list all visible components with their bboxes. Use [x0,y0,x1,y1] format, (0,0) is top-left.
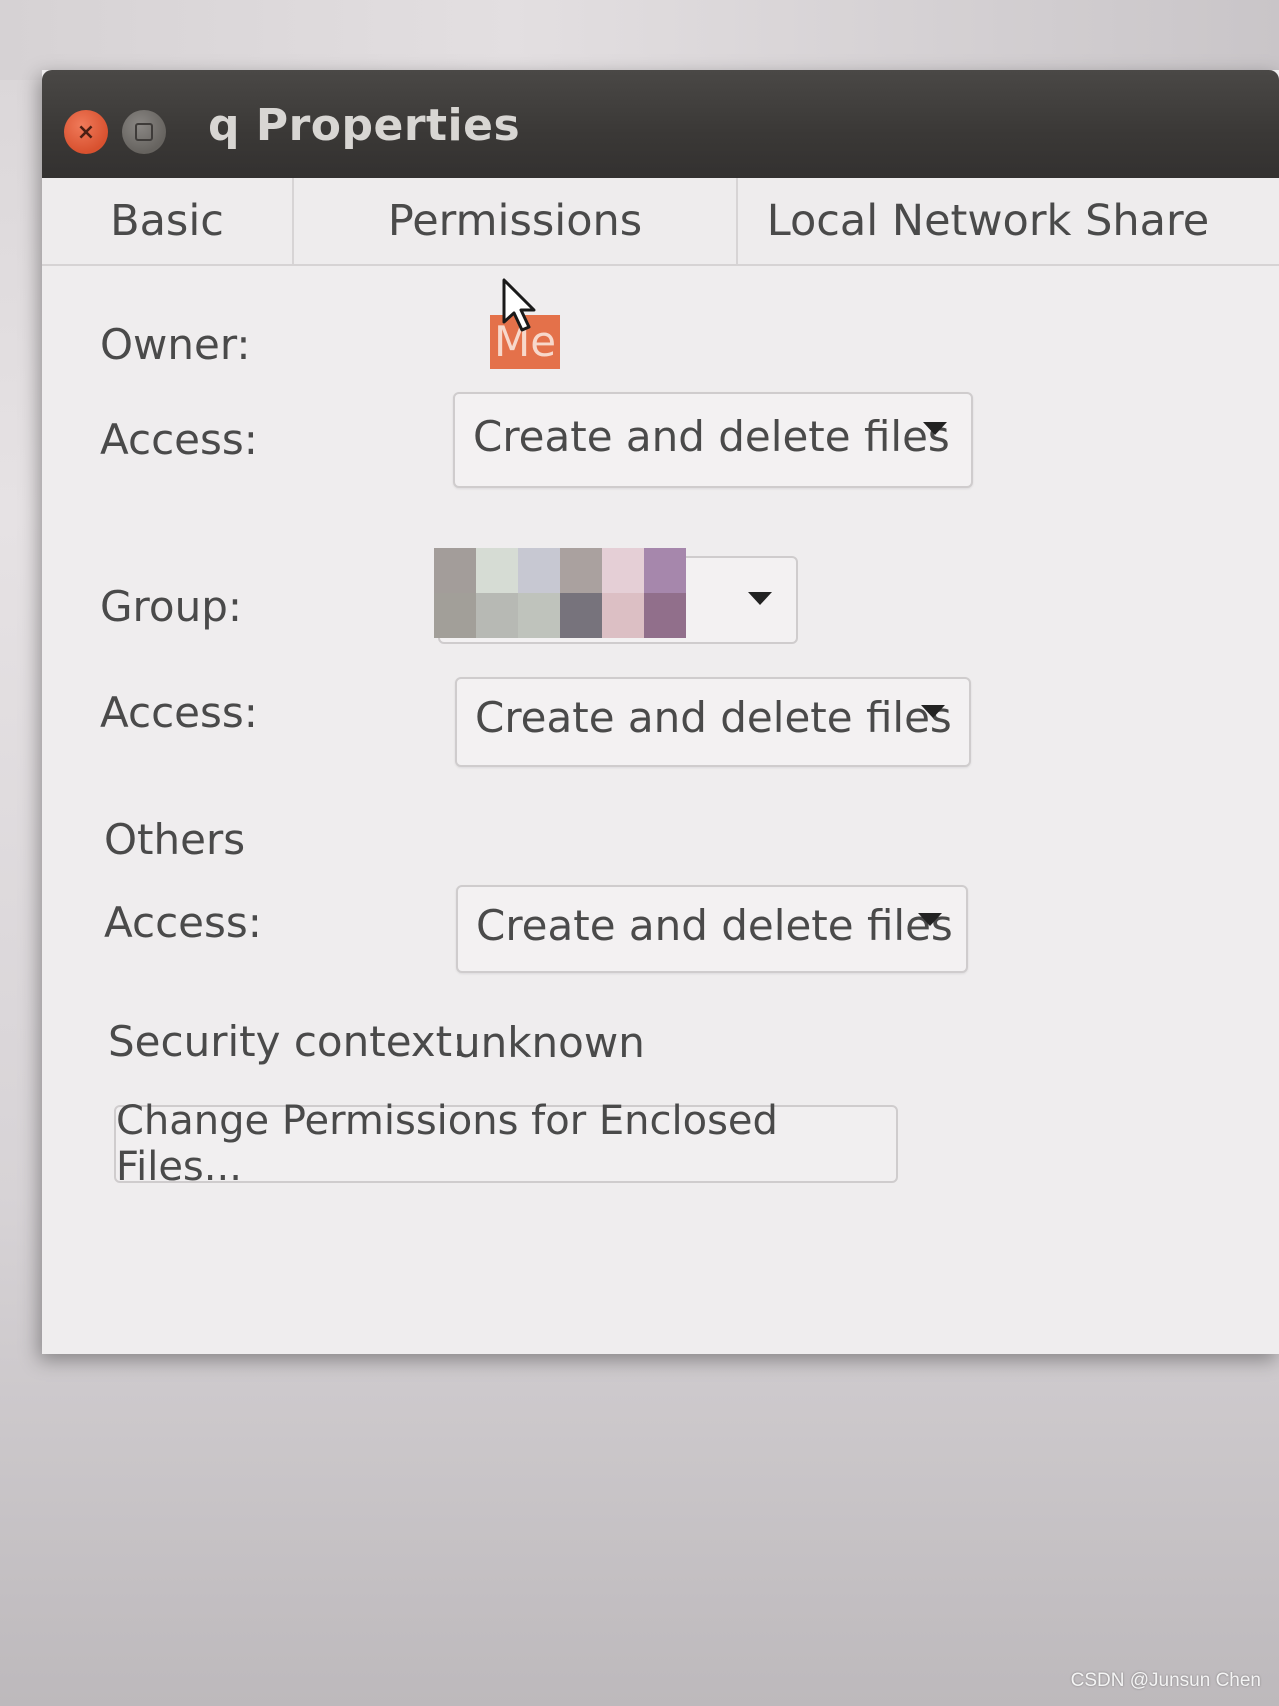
owner-access-dropdown[interactable]: Create and delete files [453,392,973,488]
chevron-down-icon [918,913,942,926]
watermark: CSDN @Junsun Chen [1070,1670,1261,1691]
others-heading: Others [104,815,246,864]
desktop-background [0,0,1279,80]
others-access-label: Access: [104,898,262,947]
others-access-value: Create and delete files [476,901,953,950]
group-access-dropdown[interactable]: Create and delete files [455,677,971,767]
tab-permissions[interactable]: Permissions [294,178,738,264]
properties-window: × q Properties Basic Permissions Local N… [42,70,1279,1354]
owner-label: Owner: [100,320,251,369]
group-access-value: Create and delete files [475,693,952,742]
title-bar: × q Properties [42,70,1279,178]
tab-bar: Basic Permissions Local Network Share [42,178,1279,266]
tab-local-network-share[interactable]: Local Network Share [738,178,1238,264]
tab-basic[interactable]: Basic [42,178,294,264]
mouse-pointer-icon [502,278,536,332]
minimize-icon [135,123,153,141]
redacted-group-name [434,548,686,638]
chevron-down-icon [921,705,945,718]
minimize-button[interactable] [122,110,166,154]
chevron-down-icon [748,592,772,605]
owner-access-value: Create and delete files [473,412,950,461]
security-context-label: Security context: [108,1017,467,1066]
others-access-dropdown[interactable]: Create and delete files [456,885,968,973]
change-enclosed-permissions-button[interactable]: Change Permissions for Enclosed Files... [114,1098,898,1190]
close-button[interactable]: × [64,110,108,154]
group-label: Group: [100,582,243,631]
close-icon: × [76,119,96,145]
owner-access-label: Access: [100,415,258,464]
security-context-value: unknown [454,1018,645,1067]
chevron-down-icon [923,422,947,435]
window-title: q Properties [208,100,521,151]
group-access-label: Access: [100,688,258,737]
